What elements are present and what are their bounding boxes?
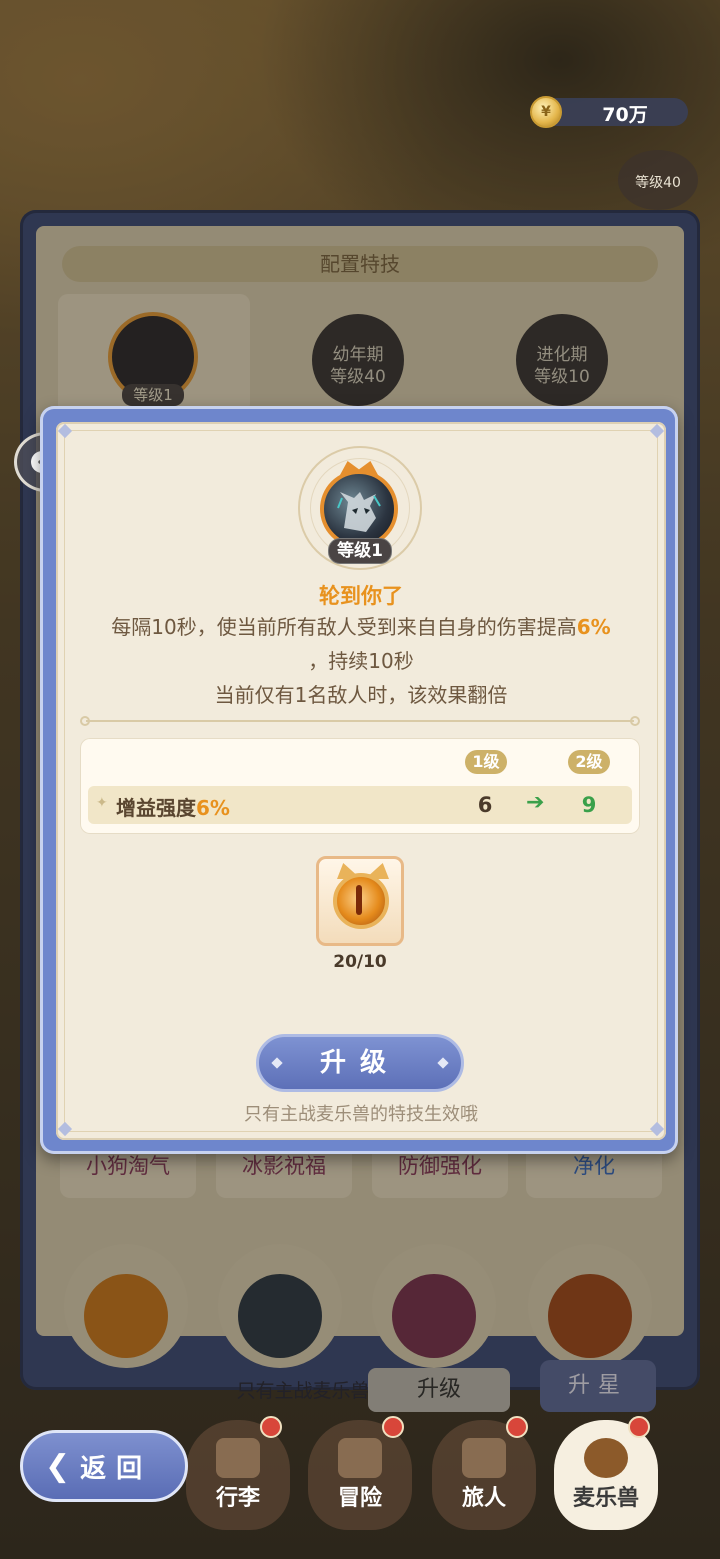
nav-label: 麦乐兽 [572,1486,639,1511]
sparkle-icon: ✦ [96,795,108,811]
coin-icon: ¥ [530,96,562,128]
skill-level-badge: 等级1 [328,538,392,564]
next-level-pill: 2级 [568,750,610,774]
notification-dot [260,1416,282,1438]
arrow-right-icon: ➔ [526,790,545,815]
divider-ornament [630,716,640,726]
diamond-ornament [437,1057,449,1069]
notification-dot [628,1416,650,1438]
skill-name: 轮到你了 [319,584,403,608]
diamond-ornament [271,1057,283,1069]
desc-line3: 当前仅有1名敌人时，该效果翻倍 [214,683,508,707]
luggage-icon [216,1438,260,1478]
crossed-swords-icon [338,1438,382,1478]
current-level-pill: 1级 [465,750,507,774]
back-arrow-icon: ❮ [45,1448,71,1484]
pet-icon [584,1438,628,1478]
stat-label-value: 6% [196,796,230,820]
nav-adventure[interactable]: 冒险 [308,1416,412,1530]
level-lock-badge: 等级40 [618,150,698,210]
nav-luggage[interactable]: 行李 [186,1416,290,1530]
upgrade-material-item[interactable] [316,856,404,946]
upgrade-button-label: 升级 [319,1048,400,1078]
nav-label: 旅人 [461,1486,506,1511]
nav-label: 行李 [215,1486,260,1511]
nav-traveler[interactable]: 旅人 [432,1416,536,1530]
nav-pets[interactable]: 麦乐兽 [554,1416,658,1530]
skill-description: 每隔10秒，使当前所有敌人受到来自自身的伤害提高6% ，持续10秒 当前仅有1名… [60,610,662,712]
skill-avatar [320,470,398,548]
notification-dot [506,1416,528,1438]
stat-label: 增益强度6% [116,792,230,821]
skill-material-icon [333,873,389,929]
back-button[interactable]: ❮ 返回 [20,1430,188,1502]
section-divider [86,720,634,722]
desc-line1: 每隔10秒，使当前所有敌人受到来自自身的伤害提高 [111,615,577,639]
dialog-hint: 只有主战麦乐兽的特技生效哦 [244,1104,478,1125]
critter-icon [337,492,381,532]
traveler-icon [462,1438,506,1478]
currency-amount: 70万 [602,104,648,126]
stat-label-text: 增益强度 [116,796,196,820]
stat-next-value: 9 [581,793,597,817]
divider-ornament [80,716,90,726]
back-button-label: 返回 [80,1453,153,1484]
notification-dot [382,1416,404,1438]
nav-label: 冒险 [337,1486,382,1511]
desc-line2: ，持续10秒 [308,649,414,673]
stat-current-value: 6 [477,793,493,817]
upgrade-button[interactable]: 升级 [256,1034,464,1092]
material-count: 20/10 [333,952,387,972]
desc-highlight: 6% [576,615,611,639]
